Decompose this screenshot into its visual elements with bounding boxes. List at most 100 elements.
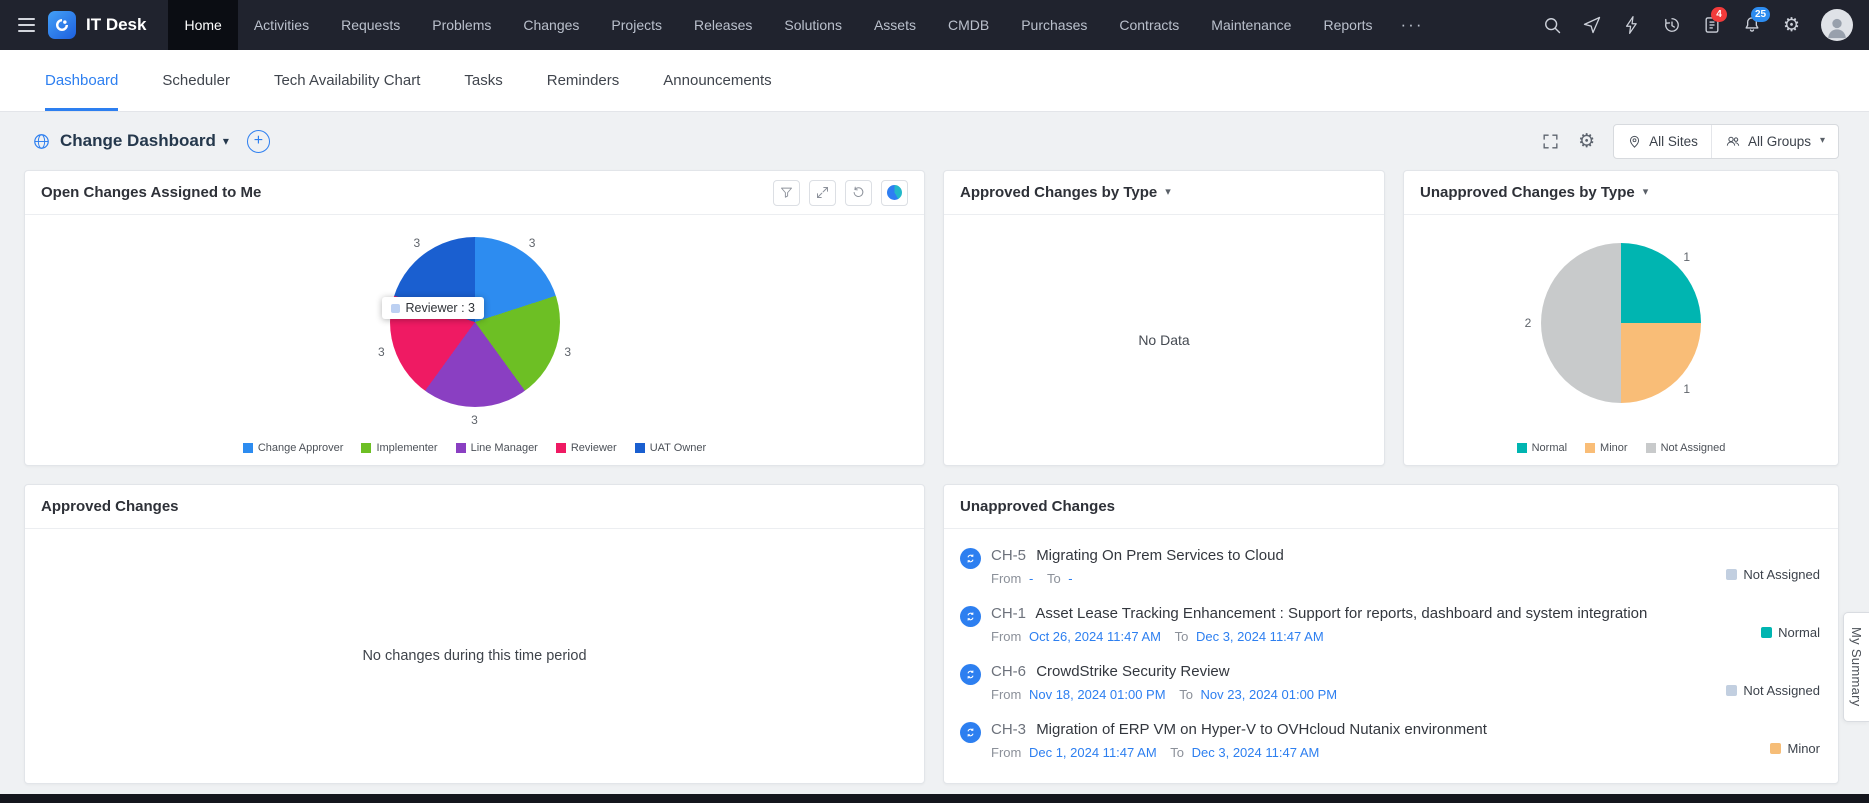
tab[interactable]: Reminders bbox=[547, 50, 620, 111]
chart-legend: Normal Minor Not Assigned bbox=[1404, 442, 1838, 454]
legend-label: Not Assigned bbox=[1661, 442, 1726, 454]
quick-actions-send-icon[interactable] bbox=[1581, 15, 1602, 36]
expand-icon[interactable] bbox=[809, 180, 836, 206]
change-list-item[interactable]: CH-6 CrowdStrike Security Review From No… bbox=[960, 653, 1820, 711]
nav-item[interactable]: Assets bbox=[858, 0, 932, 50]
filter-icon[interactable] bbox=[773, 180, 800, 206]
nav-item[interactable]: Solutions bbox=[768, 0, 858, 50]
nav-item[interactable]: Problems bbox=[416, 0, 507, 50]
change-title[interactable]: Asset Lease Tracking Enhancement : Suppo… bbox=[1035, 605, 1647, 622]
notifications-bell-icon[interactable]: 25 bbox=[1741, 15, 1762, 36]
legend-item[interactable]: Normal bbox=[1517, 442, 1567, 454]
from-label: From bbox=[991, 687, 1021, 702]
no-data-text: No Data bbox=[944, 215, 1384, 465]
nav-more-button[interactable]: ··· bbox=[1389, 15, 1436, 35]
legend-item[interactable]: Implementer bbox=[361, 442, 437, 454]
add-dashboard-button[interactable]: + bbox=[247, 130, 270, 153]
widget-title: Unapproved Changes bbox=[960, 498, 1115, 515]
change-title[interactable]: Migrating On Prem Services to Cloud bbox=[1036, 547, 1284, 564]
nav-item[interactable]: Contracts bbox=[1103, 0, 1195, 50]
refresh-icon[interactable] bbox=[845, 180, 872, 206]
nav-item[interactable]: Changes bbox=[507, 0, 595, 50]
shortcuts-lightning-icon[interactable] bbox=[1621, 15, 1642, 36]
legend-label: Reviewer bbox=[571, 442, 617, 454]
tab-label: Scheduler bbox=[162, 72, 230, 89]
open-changes-pie-chart[interactable]: 33333 bbox=[390, 237, 560, 407]
chevron-down-icon[interactable]: ▾ bbox=[1165, 187, 1171, 198]
nav-item[interactable]: Purchases bbox=[1005, 0, 1103, 50]
nav-item[interactable]: Releases bbox=[678, 0, 768, 50]
location-pin-icon bbox=[1627, 134, 1642, 149]
nav-item[interactable]: Reports bbox=[1307, 0, 1388, 50]
nav-item[interactable]: Home bbox=[168, 0, 237, 50]
nav-item[interactable]: Activities bbox=[238, 0, 325, 50]
dashboard-settings-gear-icon[interactable]: ⚙ bbox=[1578, 132, 1595, 151]
change-title[interactable]: Migration of ERP VM on Hyper-V to OVHclo… bbox=[1036, 721, 1487, 738]
pie-value-label: 3 bbox=[529, 236, 536, 250]
change-details: CH-3 Migration of ERP VM on Hyper-V to O… bbox=[991, 721, 1760, 760]
tooltip-marker bbox=[391, 304, 400, 313]
priority-swatch bbox=[1770, 743, 1781, 754]
hamburger-menu-icon[interactable] bbox=[10, 0, 44, 50]
settings-gear-icon[interactable]: ⚙ bbox=[1781, 15, 1802, 36]
legend-item[interactable]: Reviewer bbox=[556, 442, 617, 454]
change-id[interactable]: CH-5 bbox=[991, 547, 1026, 564]
unapproved-by-type-pie-chart[interactable]: 112 bbox=[1541, 243, 1701, 403]
from-date: Nov 18, 2024 01:00 PM bbox=[1029, 687, 1166, 702]
change-list-item[interactable]: CH-5 Migrating On Prem Services to Cloud… bbox=[960, 537, 1820, 595]
legend-swatch bbox=[556, 443, 566, 453]
tab[interactable]: Scheduler bbox=[162, 50, 230, 111]
chart-type-icon[interactable] bbox=[881, 180, 908, 206]
change-list-item[interactable]: CH-3 Migration of ERP VM on Hyper-V to O… bbox=[960, 711, 1820, 769]
tab[interactable]: Tasks bbox=[464, 50, 502, 111]
dashboard-title[interactable]: Change Dashboard bbox=[60, 131, 216, 151]
legend-label: UAT Owner bbox=[650, 442, 706, 454]
change-id[interactable]: CH-1 bbox=[991, 605, 1026, 622]
app-logo[interactable] bbox=[48, 11, 76, 39]
pie-value-label: 1 bbox=[1683, 250, 1690, 264]
to-label: To bbox=[1170, 745, 1184, 760]
legend-item[interactable]: Change Approver bbox=[243, 442, 344, 454]
widgets-row-1: Open Changes Assigned to Me 33333 bbox=[24, 170, 1839, 466]
widget-header: Open Changes Assigned to Me bbox=[25, 171, 924, 215]
my-summary-side-tab[interactable]: My Summary bbox=[1843, 612, 1869, 722]
legend-item[interactable]: Not Assigned bbox=[1646, 442, 1726, 454]
chevron-down-icon[interactable]: ▾ bbox=[223, 135, 229, 147]
all-groups-filter-button[interactable]: All Groups ▾ bbox=[1711, 125, 1838, 158]
change-id[interactable]: CH-3 bbox=[991, 721, 1026, 738]
fullscreen-icon[interactable] bbox=[1541, 132, 1560, 151]
all-sites-filter-button[interactable]: All Sites bbox=[1614, 125, 1711, 158]
change-id[interactable]: CH-6 bbox=[991, 663, 1026, 680]
legend-swatch bbox=[1517, 443, 1527, 453]
change-title[interactable]: CrowdStrike Security Review bbox=[1036, 663, 1229, 680]
empty-period-text: No changes during this time period bbox=[25, 529, 924, 783]
nav-item[interactable]: Projects bbox=[595, 0, 678, 50]
change-icon bbox=[960, 664, 981, 685]
change-details: CH-5 Migrating On Prem Services to Cloud… bbox=[991, 547, 1716, 586]
legend-item[interactable]: Minor bbox=[1585, 442, 1628, 454]
history-icon[interactable] bbox=[1661, 15, 1682, 36]
nav-item[interactable]: CMDB bbox=[932, 0, 1005, 50]
approvals-icon[interactable]: 4 bbox=[1701, 15, 1722, 36]
tab[interactable]: Dashboard bbox=[45, 50, 118, 111]
chart-legend: Change Approver Implementer Line Manager Re… bbox=[25, 442, 924, 454]
tab[interactable]: Tech Availability Chart bbox=[274, 50, 420, 111]
chevron-down-icon[interactable]: ▾ bbox=[1643, 187, 1649, 198]
legend-item[interactable]: Line Manager bbox=[456, 442, 538, 454]
to-label: To bbox=[1047, 571, 1061, 586]
nav-item[interactable]: Maintenance bbox=[1195, 0, 1307, 50]
legend-label: Change Approver bbox=[258, 442, 344, 454]
notifications-badge: 25 bbox=[1751, 7, 1770, 22]
widget-body: No Data bbox=[944, 215, 1384, 465]
pie-value-label: 3 bbox=[378, 345, 385, 359]
to-date: Nov 23, 2024 01:00 PM bbox=[1201, 687, 1338, 702]
from-date: - bbox=[1029, 571, 1033, 586]
change-title-line: CH-5 Migrating On Prem Services to Cloud bbox=[991, 547, 1716, 564]
user-avatar[interactable] bbox=[1821, 9, 1853, 41]
tab[interactable]: Announcements bbox=[663, 50, 771, 111]
legend-item[interactable]: UAT Owner bbox=[635, 442, 706, 454]
search-icon[interactable] bbox=[1541, 15, 1562, 36]
pie-value-label: 3 bbox=[414, 236, 421, 250]
change-list-item[interactable]: CH-1 Asset Lease Tracking Enhancement : … bbox=[960, 595, 1820, 653]
nav-item[interactable]: Requests bbox=[325, 0, 416, 50]
